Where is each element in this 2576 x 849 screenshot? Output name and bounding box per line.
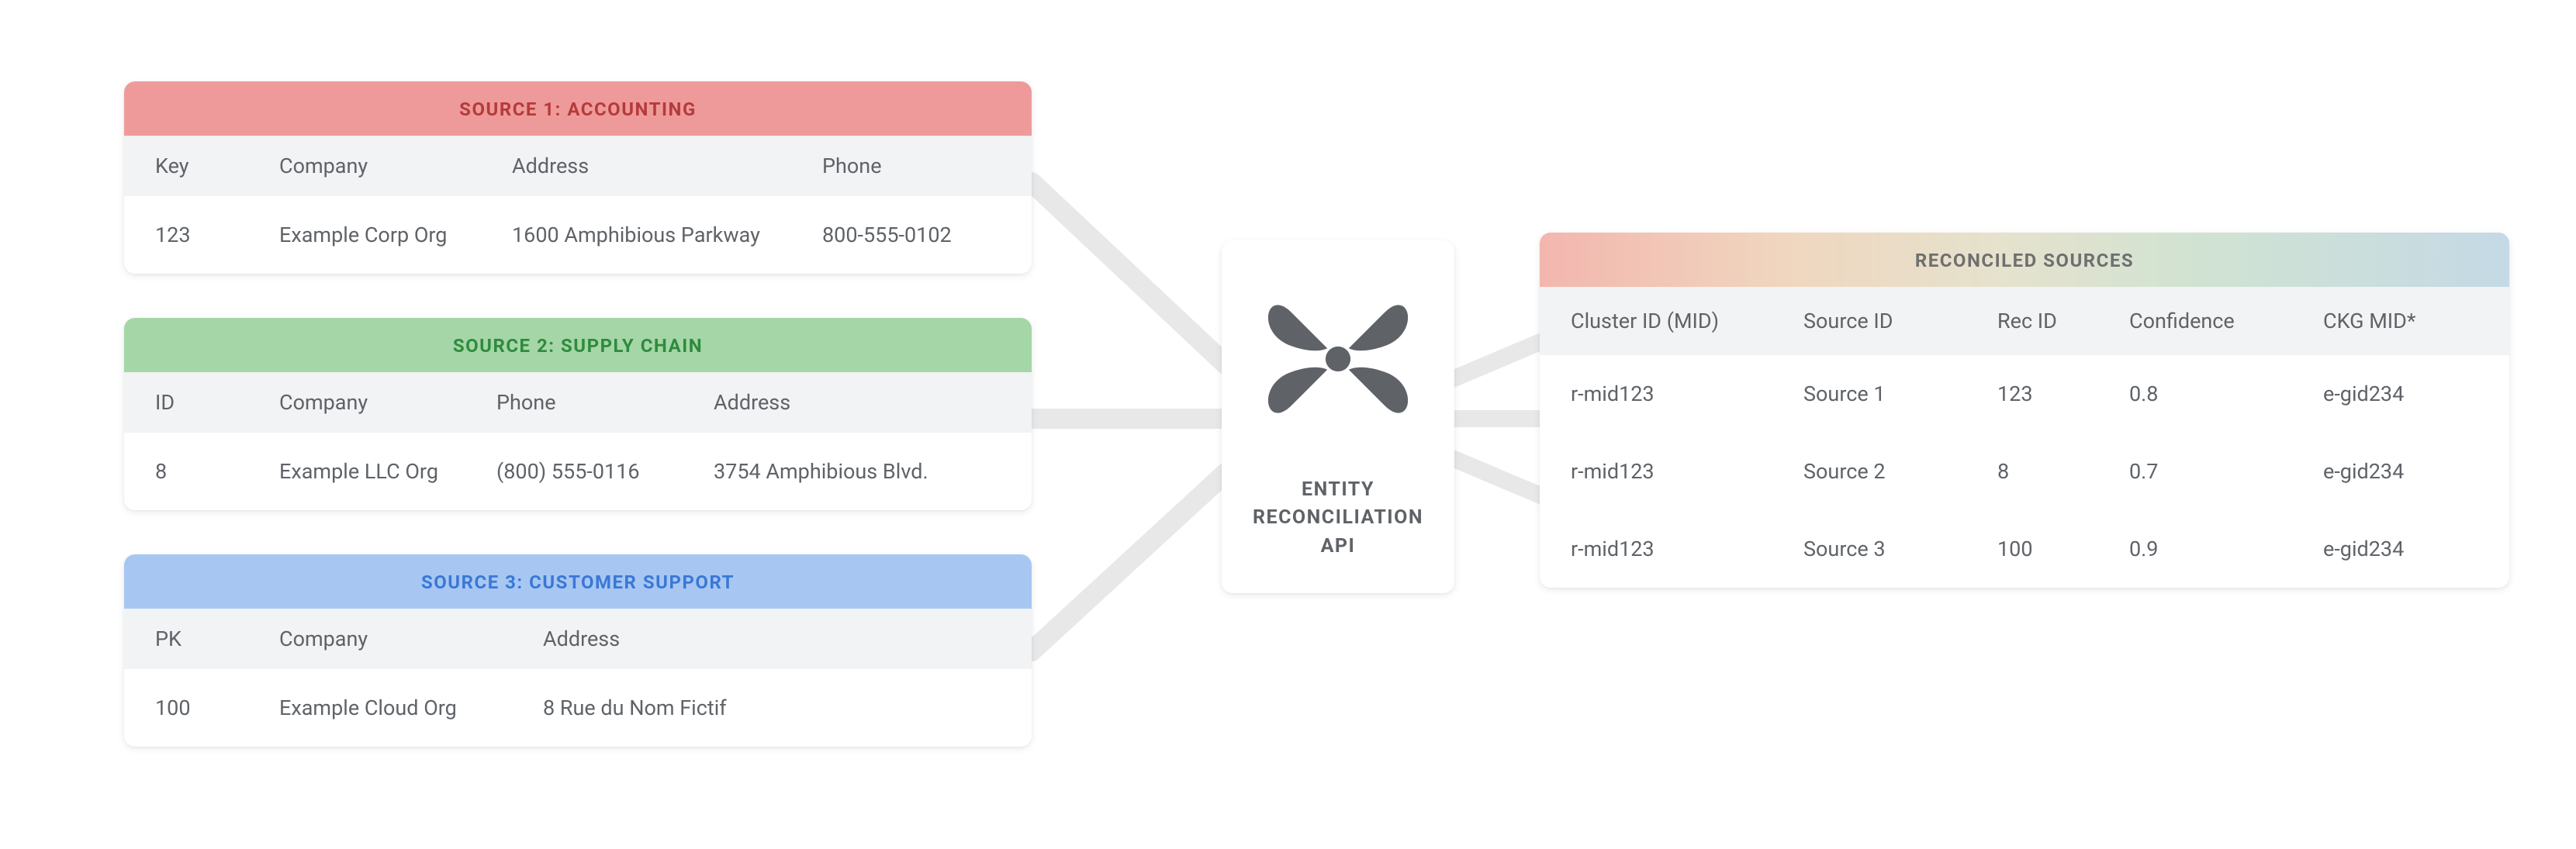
source-2-data-row: 8 Example LLC Org (800) 555-0116 3754 Am…	[124, 433, 1032, 510]
col-header: Cluster ID (MID)	[1571, 309, 1803, 333]
api-label-line: RECONCILIATION	[1242, 504, 1434, 532]
col-header: Rec ID	[1997, 309, 2129, 333]
api-label-line: ENTITY	[1242, 476, 1434, 504]
cell: e-gid234	[2323, 537, 2478, 561]
col-header: ID	[155, 390, 279, 415]
cell: Source 2	[1803, 459, 1997, 484]
source-2-header-row: ID Company Phone Address	[124, 372, 1032, 433]
cell: 1600 Amphibious Parkway	[512, 223, 822, 247]
cell: 123	[1997, 381, 2129, 406]
cell: Example Corp Org	[279, 223, 512, 247]
api-label: ENTITY RECONCILIATION API	[1242, 476, 1434, 561]
reconciled-output-card: RECONCILED SOURCES Cluster ID (MID) Sour…	[1540, 233, 2509, 588]
col-header: Phone	[496, 390, 714, 415]
cell: r-mid123	[1571, 381, 1803, 406]
col-header: Address	[543, 626, 1001, 651]
cell: 8	[155, 459, 279, 484]
cell: 800-555-0102	[822, 223, 1001, 247]
api-label-line: API	[1242, 533, 1434, 561]
entity-reconciliation-icon	[1249, 270, 1427, 448]
source-3-title: SOURCE 3: CUSTOMER SUPPORT	[124, 554, 1032, 609]
col-header: Phone	[822, 154, 1001, 178]
col-header: PK	[155, 626, 279, 651]
cell: 100	[155, 695, 279, 720]
source-3-header-row: PK Company Address	[124, 609, 1032, 669]
cell: (800) 555-0116	[496, 459, 714, 484]
col-header: Company	[279, 626, 543, 651]
cell: 8	[1997, 459, 2129, 484]
cell: Source 3	[1803, 537, 1997, 561]
output-row: r-mid123 Source 3 100 0.9 e-gid234	[1540, 510, 2509, 588]
cell: Example Cloud Org	[279, 695, 543, 720]
cell: r-mid123	[1571, 537, 1803, 561]
output-row: r-mid123 Source 2 8 0.7 e-gid234	[1540, 433, 2509, 510]
cell: e-gid234	[2323, 381, 2478, 406]
output-row: r-mid123 Source 1 123 0.8 e-gid234	[1540, 355, 2509, 433]
cell: 0.7	[2129, 459, 2323, 484]
source-1-title: SOURCE 1: ACCOUNTING	[124, 81, 1032, 136]
source-1-card: SOURCE 1: ACCOUNTING Key Company Address…	[124, 81, 1032, 274]
source-3-data-row: 100 Example Cloud Org 8 Rue du Nom Ficti…	[124, 669, 1032, 747]
cell: 100	[1997, 537, 2129, 561]
api-card: ENTITY RECONCILIATION API	[1222, 240, 1454, 593]
cell: Example LLC Org	[279, 459, 496, 484]
col-header: CKG MID*	[2323, 309, 2478, 333]
cell: 8 Rue du Nom Fictif	[543, 695, 1001, 720]
col-header: Key	[155, 154, 279, 178]
source-2-title: SOURCE 2: SUPPLY CHAIN	[124, 318, 1032, 372]
cell: e-gid234	[2323, 459, 2478, 484]
cell: r-mid123	[1571, 459, 1803, 484]
col-header: Confidence	[2129, 309, 2323, 333]
cell: 3754 Amphibious Blvd.	[714, 459, 1001, 484]
cell: 0.8	[2129, 381, 2323, 406]
source-2-card: SOURCE 2: SUPPLY CHAIN ID Company Phone …	[124, 318, 1032, 510]
source-1-header-row: Key Company Address Phone	[124, 136, 1032, 196]
col-header: Company	[279, 390, 496, 415]
col-header: Source ID	[1803, 309, 1997, 333]
source-1-data-row: 123 Example Corp Org 1600 Amphibious Par…	[124, 196, 1032, 274]
output-title: RECONCILED SOURCES	[1540, 233, 2509, 287]
col-header: Address	[512, 154, 822, 178]
cell: 123	[155, 223, 279, 247]
cell: 0.9	[2129, 537, 2323, 561]
col-header: Address	[714, 390, 1001, 415]
source-3-card: SOURCE 3: CUSTOMER SUPPORT PK Company Ad…	[124, 554, 1032, 747]
col-header: Company	[279, 154, 512, 178]
output-header-row: Cluster ID (MID) Source ID Rec ID Confid…	[1540, 287, 2509, 355]
cell: Source 1	[1803, 381, 1997, 406]
